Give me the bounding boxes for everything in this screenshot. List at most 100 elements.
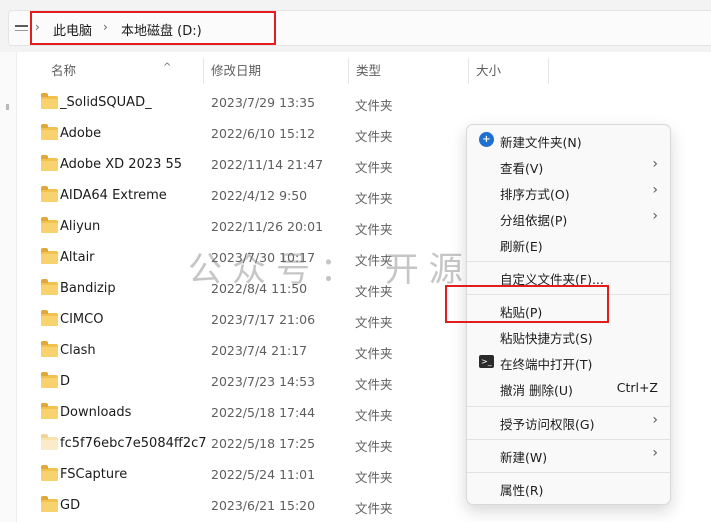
chevron-right-icon: › xyxy=(652,208,658,224)
file-name: D xyxy=(60,374,71,389)
file-modified: 2022/5/24 11:01 xyxy=(211,467,316,482)
column-name[interactable]: 名称 ^ xyxy=(43,56,203,86)
file-type: 文件夹 xyxy=(355,408,393,423)
file-type: 文件夹 xyxy=(355,470,393,485)
menu-label: 粘贴快捷方式(S) xyxy=(500,331,593,346)
folder-icon xyxy=(41,341,58,357)
file-name: Adobe XD 2023 55 xyxy=(60,157,183,172)
breadcrumb-this-pc[interactable]: 此电脑 xyxy=(53,20,92,39)
file-modified: 2022/5/18 17:25 xyxy=(211,436,316,451)
breadcrumb-local-disk-d[interactable]: 本地磁盘 (D:) xyxy=(121,20,202,39)
menu-item-undo-delete[interactable]: 撤消 删除(U) Ctrl+Z xyxy=(471,375,666,401)
file-name: Clash xyxy=(60,343,96,358)
chevron-right-icon: › xyxy=(35,20,40,34)
folder-icon xyxy=(41,465,58,481)
menu-item-customize-folder[interactable]: 自定义文件夹(F)... xyxy=(471,264,666,290)
menu-label: 分组依据(P) xyxy=(500,213,568,228)
folder-icon xyxy=(41,496,58,512)
file-name: FSCapture xyxy=(60,467,128,482)
file-type: 文件夹 xyxy=(355,439,393,454)
menu-label: 排序方式(O) xyxy=(500,187,570,202)
file-modified: 2023/6/21 15:20 xyxy=(211,498,316,513)
file-type: 文件夹 xyxy=(355,98,393,113)
scroll-marker xyxy=(6,104,9,110)
folder-icon xyxy=(41,124,58,140)
menu-item-new[interactable]: 新建(W) › xyxy=(471,442,666,468)
file-name: Bandizip xyxy=(60,281,116,296)
menu-label: 新建(W) xyxy=(500,450,548,465)
menu-separator xyxy=(467,439,670,440)
file-name: CIMCO xyxy=(60,312,104,327)
file-modified: 2022/6/10 15:12 xyxy=(211,126,316,141)
navigation-pane-edge xyxy=(0,52,17,522)
menu-separator xyxy=(467,261,670,262)
file-type: 文件夹 xyxy=(355,284,393,299)
folder-icon xyxy=(41,279,58,295)
folder-icon xyxy=(41,434,58,450)
shortcut-label: Ctrl+Z xyxy=(616,380,658,395)
menu-item-properties[interactable]: 属性(R) xyxy=(471,475,666,501)
menu-item-new-folder[interactable]: + 新建文件夹(N) xyxy=(471,127,666,153)
menu-item-refresh[interactable]: 刷新(E) xyxy=(471,231,666,257)
menu-item-group-by[interactable]: 分组依据(P) › xyxy=(471,205,666,231)
file-name: _SolidSQUAD_ xyxy=(60,95,152,110)
menu-item-give-access[interactable]: 授予访问权限(G) › xyxy=(471,409,666,435)
menu-label: 属性(R) xyxy=(500,483,544,498)
file-modified: 2022/11/14 21:47 xyxy=(211,157,324,172)
column-type[interactable]: 类型 xyxy=(348,56,468,86)
file-type: 文件夹 xyxy=(355,377,393,392)
file-type: 文件夹 xyxy=(355,501,393,516)
menu-label: 查看(V) xyxy=(500,161,544,176)
file-type: 文件夹 xyxy=(355,315,393,330)
table-row[interactable]: _SolidSQUAD_ 2023/7/29 13:35 文件夹 xyxy=(17,88,711,119)
terminal-icon: >_ xyxy=(479,355,494,368)
file-type: 文件夹 xyxy=(355,253,393,268)
menu-item-view[interactable]: 查看(V) › xyxy=(471,153,666,179)
folder-icon xyxy=(41,186,58,202)
chevron-right-icon: › xyxy=(652,182,658,198)
menu-item-sort-by[interactable]: 排序方式(O) › xyxy=(471,179,666,205)
file-type: 文件夹 xyxy=(355,222,393,237)
folder-icon xyxy=(41,93,58,109)
menu-label: 新建文件夹(N) xyxy=(500,135,582,150)
menu-item-open-in-terminal[interactable]: >_ 在终端中打开(T) xyxy=(471,349,666,375)
file-modified: 2022/8/4 11:50 xyxy=(211,281,308,296)
chevron-right-icon: › xyxy=(652,156,658,172)
column-name-label: 名称 xyxy=(51,63,77,78)
column-modified[interactable]: 修改日期 xyxy=(203,56,348,86)
chevron-right-icon: › xyxy=(103,20,108,34)
file-modified: 2022/4/12 9:50 xyxy=(211,188,308,203)
file-modified: 2022/11/26 20:01 xyxy=(211,219,324,234)
file-name: GD xyxy=(60,498,81,513)
address-bar[interactable]: › 此电脑 › 本地磁盘 (D:) xyxy=(8,10,711,46)
file-name: Aliyun xyxy=(60,219,101,234)
menu-label: 授予访问权限(G) xyxy=(500,417,595,432)
file-name: Downloads xyxy=(60,405,132,420)
sort-up-icon: ^ xyxy=(163,62,172,73)
file-name: Altair xyxy=(60,250,95,265)
folder-icon xyxy=(41,217,58,233)
file-modified: 2023/7/23 14:53 xyxy=(211,374,316,389)
context-menu: + 新建文件夹(N) 查看(V) › 排序方式(O) › 分组依据(P) › 刷… xyxy=(466,124,671,505)
menu-item-paste[interactable]: 粘贴(P) xyxy=(471,297,666,323)
file-type: 文件夹 xyxy=(355,191,393,206)
folder-icon xyxy=(41,310,58,326)
menu-item-paste-shortcut[interactable]: 粘贴快捷方式(S) xyxy=(471,323,666,349)
file-modified: 2022/5/18 17:44 xyxy=(211,405,316,420)
file-type: 文件夹 xyxy=(355,129,393,144)
file-modified: 2023/7/4 21:17 xyxy=(211,343,308,358)
chevron-right-icon: › xyxy=(652,445,658,461)
menu-label: 自定义文件夹(F)... xyxy=(500,272,604,287)
menu-separator xyxy=(467,294,670,295)
file-type: 文件夹 xyxy=(355,346,393,361)
folder-icon xyxy=(41,403,58,419)
file-name: fc5f76ebc7e5084ff2c7... xyxy=(60,436,208,451)
column-divider[interactable] xyxy=(548,58,549,84)
menu-label: 粘贴(P) xyxy=(500,305,543,320)
menu-label: 在终端中打开(T) xyxy=(500,357,593,372)
chevron-right-icon: › xyxy=(652,412,658,428)
column-size[interactable]: 大小 xyxy=(468,56,548,86)
new-folder-icon: + xyxy=(479,132,494,147)
menu-separator xyxy=(467,406,670,407)
file-modified: 2023/7/17 21:06 xyxy=(211,312,316,327)
